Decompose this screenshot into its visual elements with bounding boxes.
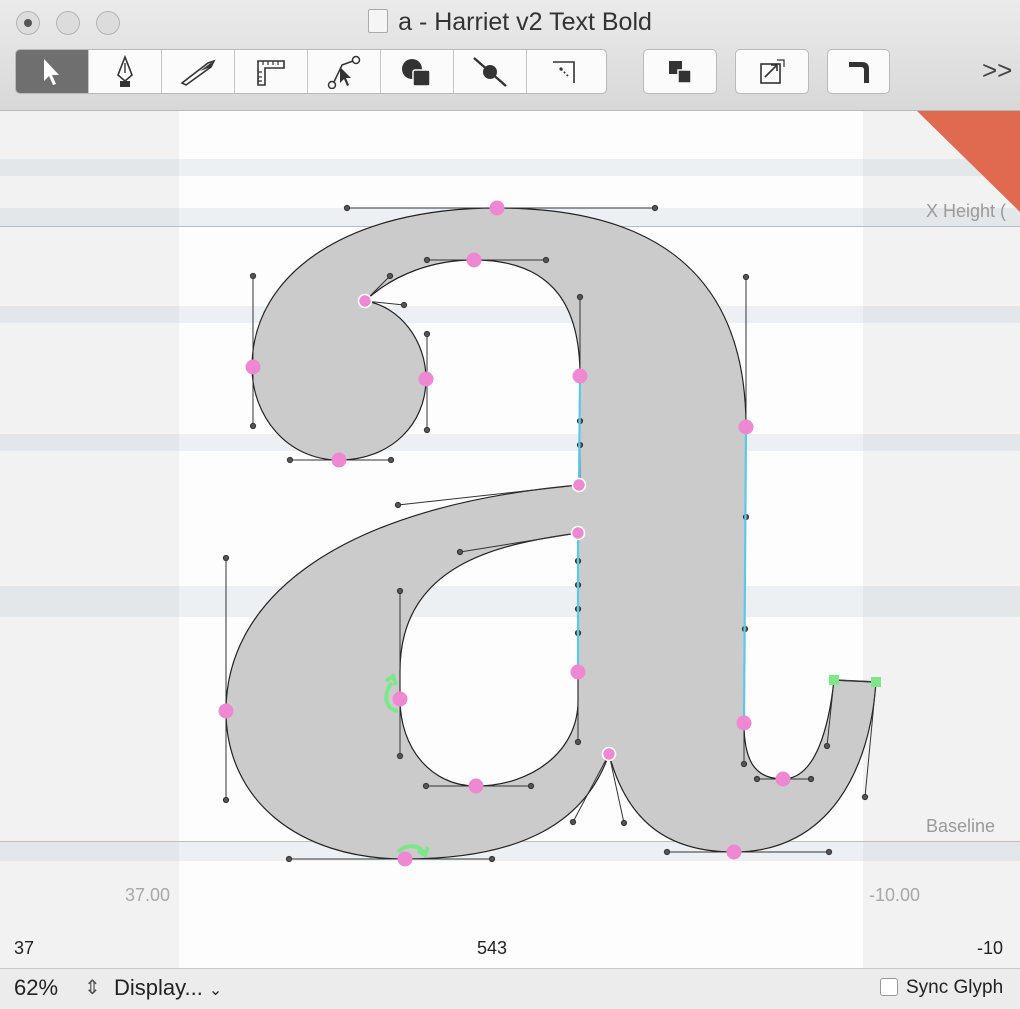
node-point[interactable] [245, 359, 261, 375]
node-point[interactable] [572, 368, 588, 384]
pen-nib-icon [117, 54, 133, 87]
alignment-zone [0, 434, 1020, 451]
zoom-level[interactable]: 62% [14, 975, 58, 1001]
shapes-tool[interactable] [381, 50, 454, 93]
node-point[interactable] [466, 252, 482, 268]
glyph-editor-window: a - Harriet v2 Text Bold >> X Height (B… [0, 0, 1020, 1009]
right-metric-value[interactable]: -10 [977, 938, 1003, 959]
round-corner-icon [848, 61, 869, 83]
knife-tool[interactable] [162, 50, 235, 93]
ruler-icon [257, 59, 285, 86]
node-point[interactable] [571, 477, 587, 493]
advance-width-value[interactable]: 543 [477, 938, 507, 959]
node-point[interactable] [570, 664, 586, 680]
node-point[interactable] [726, 844, 742, 860]
shapes-icon [402, 58, 431, 87]
alignment-zone [0, 159, 1020, 176]
transform-icon [760, 58, 785, 84]
alignment-zone [0, 586, 1020, 617]
node-point[interactable] [331, 452, 347, 468]
window-title: a - Harriet v2 Text Bold [0, 8, 1020, 37]
node-point[interactable] [357, 293, 373, 309]
sync-glyph-checkbox[interactable] [880, 978, 898, 996]
square-node[interactable] [871, 677, 881, 687]
node-point[interactable] [418, 371, 434, 387]
arrow-pointer-icon [44, 58, 59, 85]
corner-tool[interactable] [527, 50, 600, 93]
knife-icon [180, 59, 216, 86]
node-point[interactable] [738, 419, 754, 435]
node-point[interactable] [570, 525, 586, 541]
node-point[interactable] [397, 851, 413, 867]
pointer-tool[interactable] [16, 50, 89, 93]
overlap-button[interactable] [643, 49, 717, 94]
x-height-label: X Height ( [926, 201, 1007, 221]
sync-glyph-label[interactable]: Sync Glyph [906, 977, 1003, 999]
node-point[interactable] [601, 746, 617, 762]
right-sidebearing-value[interactable]: -10.00 [869, 885, 920, 906]
round-corner-button[interactable] [827, 49, 890, 94]
toolbar-overflow-button[interactable]: >> [982, 55, 1012, 86]
chevron-down-icon: ⌄ [208, 982, 223, 999]
left-metric-value[interactable]: 37 [14, 938, 34, 959]
node-point[interactable] [489, 200, 505, 216]
node-point[interactable] [392, 691, 408, 707]
cut-tool[interactable] [454, 50, 527, 93]
glyph-canvas[interactable]: X Height ( Baseline 37.00 -10.00 37 543 … [0, 111, 1020, 968]
baseline-label: Baseline [926, 816, 996, 836]
display-menu[interactable]: Display... ⌄ [114, 975, 222, 1001]
up-down-arrows-icon[interactable]: ⇕ [84, 975, 101, 1000]
document-icon [368, 9, 389, 33]
measure-tool[interactable] [235, 50, 308, 93]
title-bar: a - Harriet v2 Text Bold >> [0, 0, 1020, 111]
transform-button[interactable] [735, 49, 809, 94]
node-pointer-icon [327, 55, 361, 89]
alignment-zone [0, 306, 1020, 323]
line-cut-icon [473, 56, 507, 87]
left-sidebearing-value[interactable]: 37.00 [125, 885, 170, 906]
pen-tool[interactable] [89, 50, 162, 93]
corner-icon [552, 60, 575, 83]
tool-palette [15, 49, 607, 94]
glyph-drawing[interactable] [0, 111, 1020, 968]
node-select-tool[interactable] [308, 50, 381, 93]
node-point[interactable] [775, 771, 791, 787]
square-node[interactable] [829, 675, 839, 685]
node-point[interactable] [218, 703, 234, 719]
status-bar: 62% ⇕ Display... ⌄ Sync Glyph [0, 968, 1020, 1009]
window-title-text: a - Harriet v2 Text Bold [398, 8, 652, 36]
display-menu-label: Display... [114, 975, 203, 1000]
node-point[interactable] [736, 715, 752, 731]
node-point[interactable] [468, 778, 484, 794]
overlap-squares-icon [669, 60, 692, 84]
